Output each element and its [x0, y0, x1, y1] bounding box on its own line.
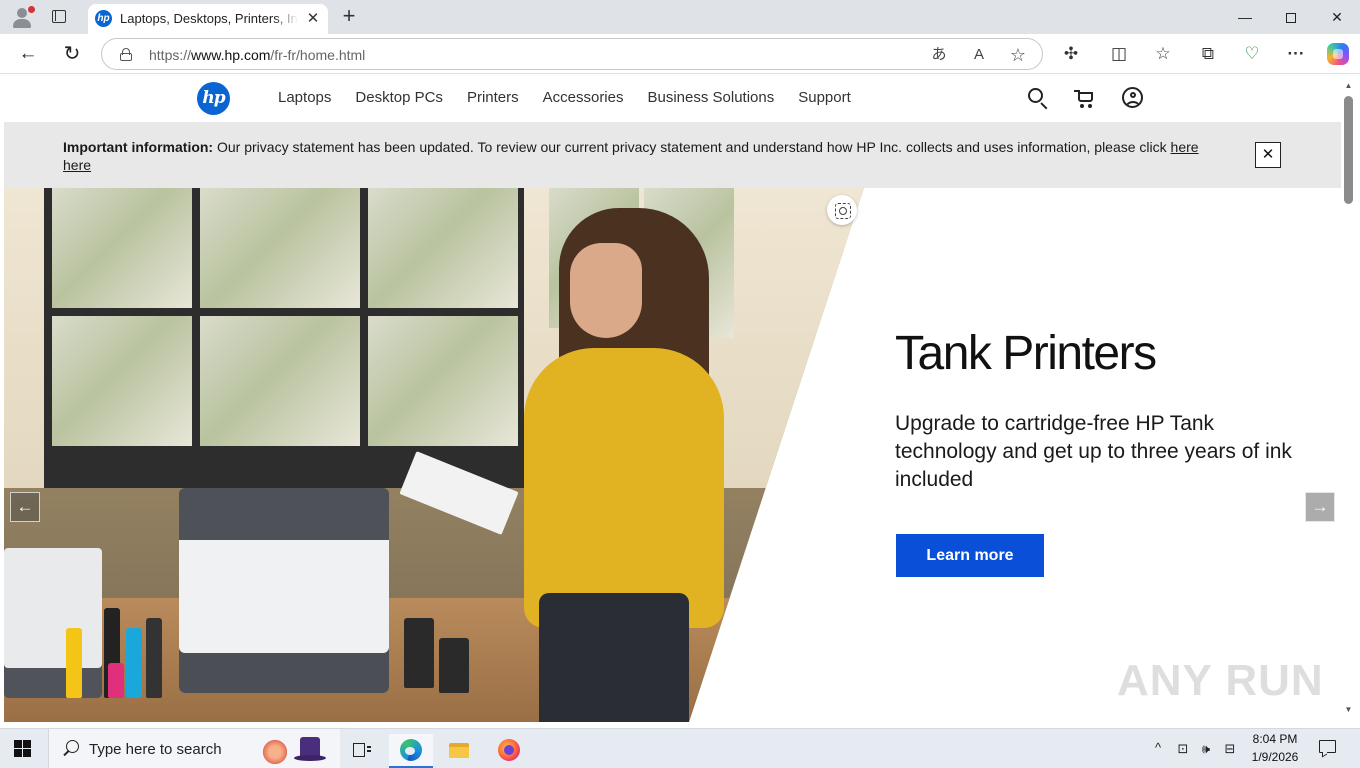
nav-business-solutions[interactable]: Business Solutions	[647, 89, 774, 106]
tray-chevron-icon[interactable]: ^	[1151, 740, 1165, 756]
file-explorer-icon[interactable]	[437, 734, 481, 768]
privacy-text: Our privacy statement has been updated. …	[213, 139, 1171, 155]
scroll-thumb[interactable]	[1344, 96, 1353, 204]
nav-accessories[interactable]: Accessories	[543, 89, 624, 106]
nav-laptops[interactable]: Laptops	[278, 89, 331, 106]
collections-icon[interactable]: ⧉	[1196, 43, 1220, 65]
task-view-icon[interactable]	[340, 734, 384, 768]
main-nav: Laptops Desktop PCs Printers Accessories…	[278, 89, 851, 106]
page-viewport: hp Laptops Desktop PCs Printers Accessor…	[4, 74, 1341, 722]
meet-now-icon[interactable]: ⊡	[1174, 740, 1192, 758]
taskbar: Type here to search ^ ⊡ 🕪 ⊟ 8:04 PM 1/9/…	[0, 728, 1360, 768]
copilot-icon[interactable]	[1327, 43, 1349, 65]
hp-favicon-icon: hp	[95, 10, 112, 27]
scroll-up-icon[interactable]: ▲	[1343, 80, 1354, 92]
nav-desktop-pcs[interactable]: Desktop PCs	[355, 89, 443, 106]
site-header: hp Laptops Desktop PCs Printers Accessor…	[4, 74, 1341, 122]
firefox-icon[interactable]	[487, 734, 531, 768]
cart-icon[interactable]	[1073, 86, 1097, 110]
clock-date[interactable]: 1/9/2026	[1246, 750, 1304, 764]
nav-printers[interactable]: Printers	[467, 89, 519, 106]
search-placeholder: Type here to search	[89, 741, 222, 758]
minimize-button[interactable]: —	[1222, 0, 1268, 34]
carousel-next-button[interactable]: →	[1305, 492, 1335, 522]
close-window-button[interactable]: ✕	[1314, 0, 1360, 34]
extensions-icon[interactable]: ✣	[1059, 43, 1083, 65]
performance-heart-icon[interactable]: ♡	[1240, 43, 1264, 65]
clock-time[interactable]: 8:04 PM	[1246, 732, 1304, 746]
profile-icon[interactable]	[10, 5, 35, 29]
privacy-message: Important information: Our privacy state…	[63, 138, 1203, 174]
restore-icon	[1286, 13, 1296, 23]
favorite-star-icon[interactable]: ☆	[1007, 44, 1029, 66]
scroll-down-icon[interactable]: ▼	[1343, 704, 1354, 716]
page-scrollbar[interactable]: ▲ ▼	[1341, 74, 1356, 722]
anyrun-watermark: ANY RUN	[1117, 656, 1324, 705]
maximize-button[interactable]	[1268, 0, 1314, 34]
lock-icon[interactable]	[120, 48, 132, 61]
active-tab[interactable]: hp Laptops, Desktops, Printers, Ink & To…	[88, 4, 328, 34]
hero-subtitle: Upgrade to cartridge-free HP Tank techno…	[895, 412, 1292, 491]
address-bar[interactable]: https://www.hp.com/fr-fr/home.html あ A ☆	[101, 38, 1043, 70]
windows-start-icon[interactable]	[14, 740, 32, 758]
privacy-label: Important information:	[63, 139, 214, 155]
nav-support[interactable]: Support	[798, 89, 851, 106]
learn-more-button[interactable]: Learn more	[896, 534, 1044, 577]
network-icon[interactable]: ⊟	[1221, 740, 1239, 758]
search-icon[interactable]	[1026, 86, 1050, 110]
hp-logo[interactable]: hp	[197, 82, 230, 115]
reload-button[interactable]: ↻	[58, 40, 86, 68]
infobar-close-button[interactable]: ✕	[1255, 142, 1281, 168]
translate-icon[interactable]: あ	[928, 44, 950, 66]
volume-icon[interactable]: 🕪	[1197, 740, 1215, 758]
carousel-prev-button[interactable]: ←	[10, 492, 40, 522]
privacy-infobar: Important information: Our privacy state…	[4, 122, 1341, 188]
split-screen-icon[interactable]: ◫	[1107, 43, 1131, 65]
url-text[interactable]: https://www.hp.com/fr-fr/home.html	[149, 47, 365, 63]
hero-image	[4, 188, 864, 722]
search-icon	[62, 740, 80, 758]
notifications-icon[interactable]	[1318, 739, 1338, 758]
hero-title: Tank Printers	[895, 327, 1157, 380]
tab-actions-icon[interactable]	[50, 8, 70, 26]
tab-close-icon[interactable]: ✕	[304, 10, 322, 28]
edge-taskbar-icon[interactable]	[389, 734, 433, 768]
tab-strip: hp Laptops, Desktops, Printers, Ink & To…	[0, 0, 1360, 34]
account-icon[interactable]	[1121, 86, 1145, 110]
visual-search-icon[interactable]	[827, 195, 857, 225]
read-aloud-icon[interactable]: A	[968, 44, 990, 66]
hero-carousel: Tank Printers Upgrade to cartridge-free …	[4, 188, 1341, 722]
back-button[interactable]: ←	[14, 40, 42, 68]
favorites-icon[interactable]: ☆	[1151, 43, 1175, 65]
new-tab-button[interactable]: +	[338, 4, 360, 28]
more-menu-icon[interactable]: ···	[1284, 43, 1308, 65]
search-highlight-icon[interactable]	[258, 733, 328, 767]
browser-toolbar: ← ↻ https://www.hp.com/fr-fr/home.html あ…	[0, 34, 1360, 74]
tab-title: Laptops, Desktops, Printers, Ink & Toner…	[120, 11, 298, 26]
